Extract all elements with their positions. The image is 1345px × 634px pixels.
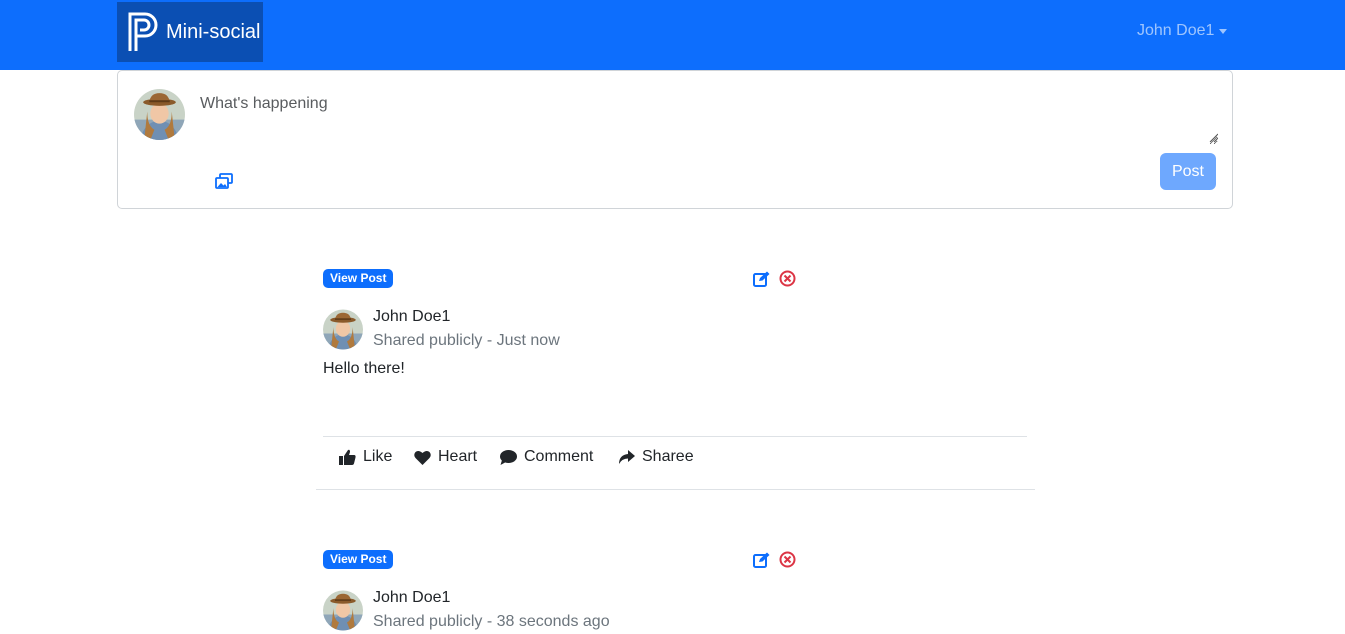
user-name: John Doe1	[1137, 22, 1215, 39]
post-card: View Post John Doe1 Shared publicly - 38…	[316, 549, 1035, 634]
x-circle-icon[interactable]	[779, 551, 796, 568]
chevron-down-icon	[1219, 29, 1228, 34]
images-icon[interactable]	[215, 173, 233, 189]
post-meta: Shared publicly - 38 seconds ago	[373, 613, 610, 630]
heart-button[interactable]: Heart	[414, 448, 477, 466]
view-post-button[interactable]: View Post	[323, 269, 394, 288]
comment-button[interactable]: Comment	[500, 448, 593, 466]
like-button[interactable]: Like	[339, 448, 392, 466]
brand-name: Mini-social	[166, 20, 261, 43]
post-body: Hello there!	[323, 360, 405, 377]
p-logo-icon	[128, 12, 158, 51]
edit-icon[interactable]	[753, 552, 770, 568]
resize-grip-icon[interactable]	[1208, 132, 1218, 142]
post-card: View Post John Doe1 Shared publicly - Ju…	[316, 268, 1035, 490]
avatar	[134, 89, 185, 140]
author-name[interactable]: John Doe1	[373, 308, 450, 326]
post-button[interactable]: Post	[1160, 153, 1216, 190]
brand-link[interactable]: Mini-social	[117, 2, 263, 62]
avatar	[323, 588, 363, 633]
action-divider	[323, 436, 1027, 437]
share-arrow-icon	[619, 449, 635, 464]
post-meta: Shared publicly - Just now	[373, 332, 560, 349]
like-label: Like	[363, 448, 393, 465]
edit-icon[interactable]	[753, 271, 770, 287]
comment-label: Comment	[524, 448, 594, 465]
share-button[interactable]: Sharee	[618, 448, 694, 466]
user-dropdown[interactable]: John Doe1	[1137, 22, 1228, 40]
avatar	[323, 307, 363, 352]
chat-bubble-icon	[500, 449, 517, 465]
x-circle-icon[interactable]	[779, 270, 796, 287]
heart-icon	[414, 450, 431, 465]
thumbs-up-icon	[339, 449, 356, 465]
heart-label: Heart	[438, 448, 478, 465]
navbar: Mini-social John Doe1	[0, 0, 1345, 70]
share-label: Sharee	[642, 448, 694, 465]
status-input[interactable]	[190, 83, 1218, 145]
view-post-button[interactable]: View Post	[323, 550, 394, 569]
author-name[interactable]: John Doe1	[373, 589, 450, 607]
post-composer: Post	[117, 70, 1233, 209]
